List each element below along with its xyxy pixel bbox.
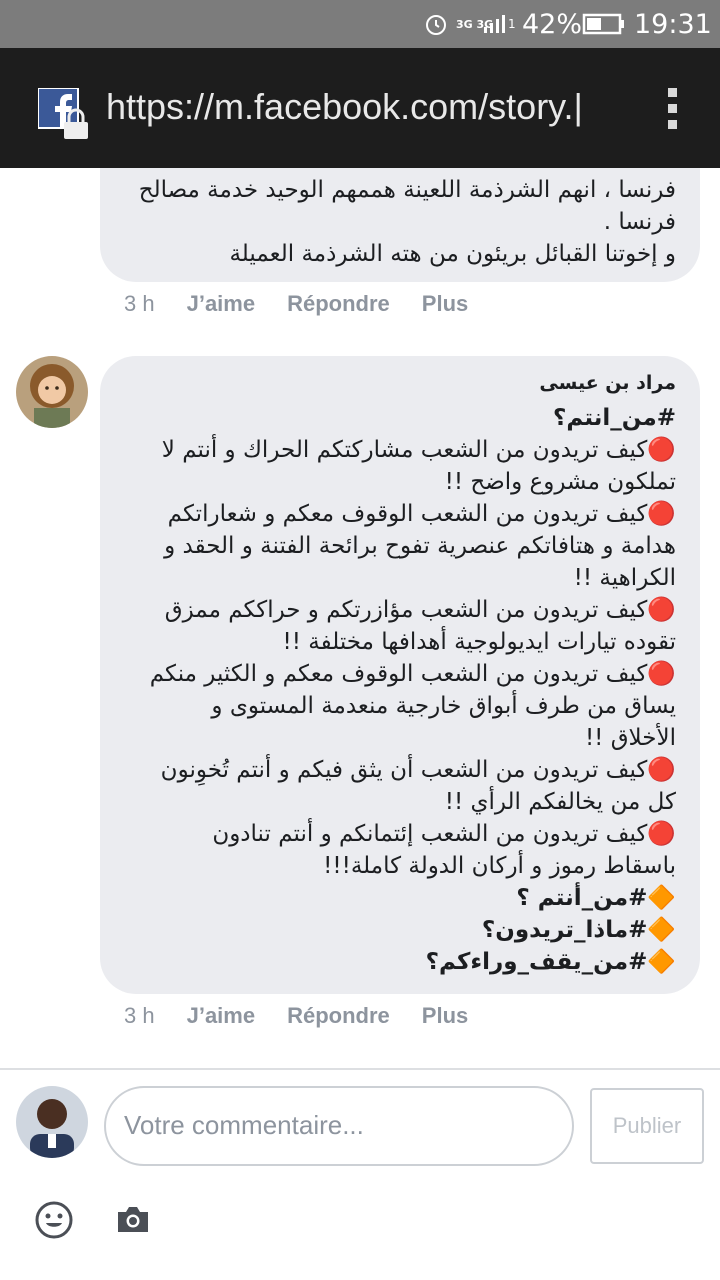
comment-actions: 3 h J’aime Répondre Plus (124, 999, 500, 1033)
battery-icon (582, 0, 626, 48)
comment-line: يساق من طرف أبواق خارجية منعدمة المستوى … (211, 693, 676, 719)
alarm-icon (424, 0, 448, 48)
divider (0, 1068, 720, 1070)
reply-button[interactable]: Répondre (287, 1003, 390, 1029)
comment-line: الكراهية !! (573, 565, 676, 591)
comment-line: 🔴كيف تريدون من الشعب الوقوف معكم و الكثي… (149, 661, 676, 687)
comment-timestamp: 3 h (124, 291, 155, 316)
comment-line: #من_انتم؟ (553, 405, 676, 431)
comments-area: فرنسا ، انهم الشرذمة اللعينة هممهم الوحي… (0, 168, 720, 1280)
more-button[interactable]: Plus (422, 1003, 468, 1029)
comment-line: 🔴كيف تريدون من الشعب مشاركتكم الحراك و أ… (161, 437, 676, 463)
camera-icon[interactable] (114, 1204, 152, 1240)
status-bar: 3G 3G 1 42% 19:31 (0, 0, 720, 48)
reply-button[interactable]: Répondre (287, 291, 390, 317)
hashtag-line[interactable]: 🔶#من_أنتم ؟ (124, 882, 676, 914)
comment-line: تملكون مشروع واضح !! (444, 469, 676, 495)
comment-actions: 3 h J’aime Répondre Plus (124, 287, 500, 321)
publish-button[interactable]: Publier (590, 1088, 704, 1164)
comment-line: 🔴كيف تريدون من الشعب الوقوف معكم و شعارا… (167, 501, 676, 527)
comment-line: كل من يخالفكم الرأي !! (444, 789, 676, 815)
current-user-avatar (16, 1086, 88, 1158)
signal-icon (482, 0, 506, 48)
kebab-menu-icon[interactable] (660, 86, 684, 132)
comment-timestamp: 3 h (124, 1003, 155, 1028)
avatar[interactable] (16, 356, 88, 428)
comment-line: باسقاط رموز و أركان الدولة كاملة!!! (323, 853, 676, 879)
like-button[interactable]: J’aime (187, 1003, 256, 1029)
comment-line: 🔴كيف تريدون من الشعب مؤازرتكم و حراككم م… (164, 597, 676, 623)
comment-author[interactable]: مراد بن عيسى (124, 372, 676, 394)
sim-slot: 1 (508, 17, 516, 31)
comment-line: فرنسا . (603, 209, 676, 235)
comment-line: 🔴كيف تريدون من الشعب إئتمانكم و أنتم تنا… (212, 821, 676, 847)
comment-line: و إخوتنا القبائل بريئون من هته الشرذمة ا… (229, 241, 676, 267)
facebook-lock-icon[interactable] (37, 87, 92, 142)
url-text[interactable]: https://m.facebook.com/story.| (106, 86, 616, 128)
comment-line: فرنسا ، انهم الشرذمة اللعينة هممهم الوحي… (138, 177, 676, 203)
comment-input[interactable]: Votre commentaire... (104, 1086, 574, 1166)
clock: 19:31 (634, 8, 712, 40)
hashtag-line[interactable]: 🔶#من_يقف_وراءكم؟ (124, 946, 676, 978)
like-button[interactable]: J’aime (187, 291, 256, 317)
comment-line: الأخلاق !! (584, 725, 676, 751)
comment-bubble: مراد بن عيسى #من_انتم؟ 🔴كيف تريدون من ال… (100, 356, 700, 994)
comment-line: هدامة و هتافاتكم عنصرية تفوح برائحة الفت… (164, 533, 676, 559)
comment-line: 🔴كيف تريدون من الشعب أن يثق فيكم و أنتم … (160, 757, 676, 783)
battery-percent: 42% (522, 8, 583, 40)
comment-bubble: فرنسا ، انهم الشرذمة اللعينة هممهم الوحي… (100, 168, 700, 282)
hashtag-line[interactable]: 🔶#ماذا_تريدون؟ (124, 914, 676, 946)
emoji-icon[interactable] (34, 1200, 74, 1244)
more-button[interactable]: Plus (422, 291, 468, 317)
comment-line: تقوده تيارات ايديولوجية أهدافها مختلفة !… (282, 629, 676, 655)
browser-url-bar: https://m.facebook.com/story.| (0, 48, 720, 168)
